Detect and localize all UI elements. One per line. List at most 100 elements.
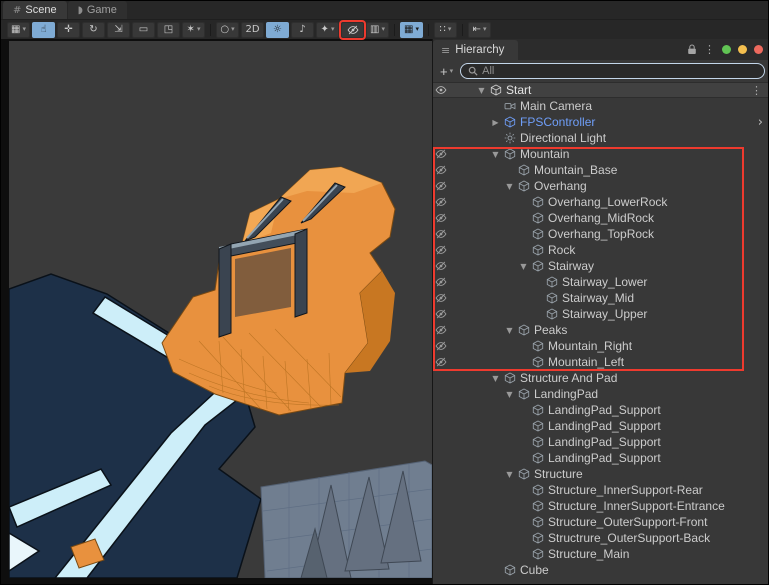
hierarchy-row-structure-main[interactable]: Structure_Main (433, 546, 768, 562)
hierarchy-row-directional-light[interactable]: Directional Light (433, 130, 768, 146)
create-object-button[interactable]: + ▾ (438, 65, 455, 78)
2d-toggle-button[interactable]: 2D (241, 21, 264, 38)
rect-tool-button[interactable]: ▭ (132, 21, 155, 38)
tab-hierarchy[interactable]: ≡ Hierarchy (433, 40, 519, 60)
visibility-off-eye-icon[interactable] (433, 260, 449, 272)
hierarchy-row-overhang-lowerrock[interactable]: Overhang_LowerRock (433, 194, 768, 210)
visibility-off-eye-icon[interactable] (433, 324, 449, 336)
foldout-open-icon[interactable]: ▼ (489, 374, 502, 383)
hierarchy-row-landingpad-support[interactable]: LandingPad_Support (433, 450, 768, 466)
hierarchy-row-fpscontroller[interactable]: ▶ FPSController › (433, 114, 768, 130)
visibility-off-eye-icon[interactable] (433, 276, 449, 288)
scene-3d-render (9, 166, 432, 578)
scale-tool-button[interactable]: ⇲ (107, 21, 130, 38)
object-name: FPSController (520, 115, 596, 129)
view-tabstrip: # Scene ◗ Game (1, 1, 768, 20)
green-dot-icon (722, 45, 731, 54)
hierarchy-row-overhang[interactable]: ▼ Overhang (433, 178, 768, 194)
visibility-off-eye-icon[interactable] (433, 228, 449, 240)
hierarchy-row-stairway-mid[interactable]: Stairway_Mid (433, 290, 768, 306)
visibility-off-eye-icon[interactable] (433, 148, 449, 160)
hierarchy-row-landingpad[interactable]: ▼ LandingPad (433, 386, 768, 402)
hierarchy-row-structrure-outersupport-back[interactable]: Structrure_OuterSupport-Back (433, 530, 768, 546)
hierarchy-row-peaks[interactable]: ▼ Peaks (433, 322, 768, 338)
search-field[interactable] (460, 63, 765, 79)
object-name: Peaks (534, 323, 568, 337)
transform-tool-button[interactable]: ◳ (157, 21, 180, 38)
hierarchy-row-cube[interactable]: Cube (433, 562, 768, 578)
hierarchy-row-structure-innersupport-entrance[interactable]: Structure_InnerSupport-Entrance (433, 498, 768, 514)
hierarchy-row-start[interactable]: ▼ Start ⋮ (433, 82, 768, 98)
rotate-tool-button[interactable]: ↻ (82, 21, 105, 38)
search-input[interactable] (482, 65, 757, 77)
hierarchy-row-stairway-lower[interactable]: Stairway_Lower (433, 274, 768, 290)
hierarchy-row-overhang-midrock[interactable]: Overhang_MidRock (433, 210, 768, 226)
cube-icon (516, 388, 531, 400)
hierarchy-row-overhang-toprock[interactable]: Overhang_TopRock (433, 226, 768, 242)
scene-visibility-button[interactable] (341, 21, 364, 38)
panel-kebab-menu-icon[interactable]: ⋮ (704, 43, 715, 56)
audio-toggle-button[interactable]: ♪ (291, 21, 314, 38)
tool-settings-button[interactable]: ▦ ▾ (7, 21, 30, 38)
lighting-toggle-button[interactable]: ☼ (266, 21, 289, 38)
visibility-off-eye-icon[interactable] (433, 292, 449, 304)
hierarchy-row-stairway[interactable]: ▼ Stairway (433, 258, 768, 274)
hierarchy-row-structure[interactable]: ▼ Structure (433, 466, 768, 482)
scene-toolbar: ▦ ▾ ☝ ✛ ↻ ⇲ ▭ ◳ ✶ ▾ ○ ▾ 2D ☼ ♪ ✦ ▾ ▥ ▾ ▦ ▾ ∷ ▾ ⇤ ▾ (1, 20, 768, 39)
hierarchy-row-stairway-upper[interactable]: Stairway_Upper (433, 306, 768, 322)
scene-viewport[interactable] (9, 41, 432, 578)
tab-game[interactable]: ◗ Game (67, 1, 127, 19)
foldout-open-icon[interactable]: ▼ (503, 182, 516, 191)
hierarchy-row-mountain-base[interactable]: Mountain_Base (433, 162, 768, 178)
hierarchy-row-mountain-right[interactable]: Mountain_Right (433, 338, 768, 354)
visibility-off-eye-icon[interactable] (433, 212, 449, 224)
visibility-eye-icon[interactable] (433, 84, 449, 96)
hierarchy-row-landingpad-support[interactable]: LandingPad_Support (433, 402, 768, 418)
hierarchy-row-mountain[interactable]: ▼ Mountain (433, 146, 768, 162)
overlay-nav-button[interactable]: ⇤ ▾ (468, 21, 491, 38)
tab-scene[interactable]: # Scene (3, 1, 67, 19)
foldout-closed-icon[interactable]: ▶ (489, 118, 502, 127)
dropdown-caret-icon: ▾ (482, 25, 487, 33)
visibility-off-eye-icon[interactable] (433, 356, 449, 368)
hierarchy-row-landingpad-support[interactable]: LandingPad_Support (433, 434, 768, 450)
object-name: Mountain_Right (548, 339, 633, 353)
hierarchy-row-mountain-left[interactable]: Mountain_Left (433, 354, 768, 370)
hierarchy-row-main-camera[interactable]: Main Camera (433, 98, 768, 114)
lock-icon[interactable] (687, 44, 697, 55)
snap-settings-glyph: ∷ (439, 23, 446, 35)
cube-icon (530, 244, 545, 256)
camera-view-button[interactable]: ▥ ▾ (366, 21, 389, 38)
visibility-off-eye-icon[interactable] (433, 196, 449, 208)
foldout-open-icon[interactable]: ▼ (489, 150, 502, 159)
visibility-off-eye-icon[interactable] (433, 308, 449, 320)
foldout-open-icon[interactable]: ▼ (517, 262, 530, 271)
object-name: Start (506, 83, 532, 97)
visibility-off-eye-icon[interactable] (433, 180, 449, 192)
foldout-open-icon[interactable]: ▼ (503, 326, 516, 335)
visibility-off-eye-icon[interactable] (433, 340, 449, 352)
draw-mode-button[interactable]: ○ ▾ (216, 21, 239, 38)
custom-tool-button[interactable]: ✶ ▾ (182, 21, 205, 38)
foldout-open-icon[interactable]: ▼ (475, 86, 488, 95)
visibility-off-eye-icon[interactable] (433, 244, 449, 256)
hierarchy-row-structure-outersupport-front[interactable]: Structure_OuterSupport-Front (433, 514, 768, 530)
foldout-open-icon[interactable]: ▼ (503, 390, 516, 399)
prefab-expand-arrow[interactable]: › (758, 116, 766, 129)
effects-button[interactable]: ✦ ▾ (316, 21, 339, 38)
cube-icon (502, 372, 517, 384)
dropdown-caret-icon: ▾ (415, 25, 419, 33)
tool-settings-glyph: ▦ (11, 23, 21, 35)
object-name: Stairway_Lower (562, 275, 648, 289)
hierarchy-row-structure-innersupport-rear[interactable]: Structure_InnerSupport-Rear (433, 482, 768, 498)
kebab-menu-icon[interactable]: ⋮ (751, 84, 766, 97)
hierarchy-row-structure-and-pad[interactable]: ▼ Structure And Pad (433, 370, 768, 386)
hierarchy-row-landingpad-support[interactable]: LandingPad_Support (433, 418, 768, 434)
grid-visibility-button[interactable]: ▦ ▾ (400, 21, 423, 38)
foldout-open-icon[interactable]: ▼ (503, 470, 516, 479)
visibility-off-eye-icon[interactable] (433, 164, 449, 176)
move-tool-button[interactable]: ✛ (57, 21, 80, 38)
view-hand-tool-button[interactable]: ☝ (32, 21, 55, 38)
snap-settings-button[interactable]: ∷ ▾ (434, 21, 457, 38)
hierarchy-row-rock[interactable]: Rock (433, 242, 768, 258)
